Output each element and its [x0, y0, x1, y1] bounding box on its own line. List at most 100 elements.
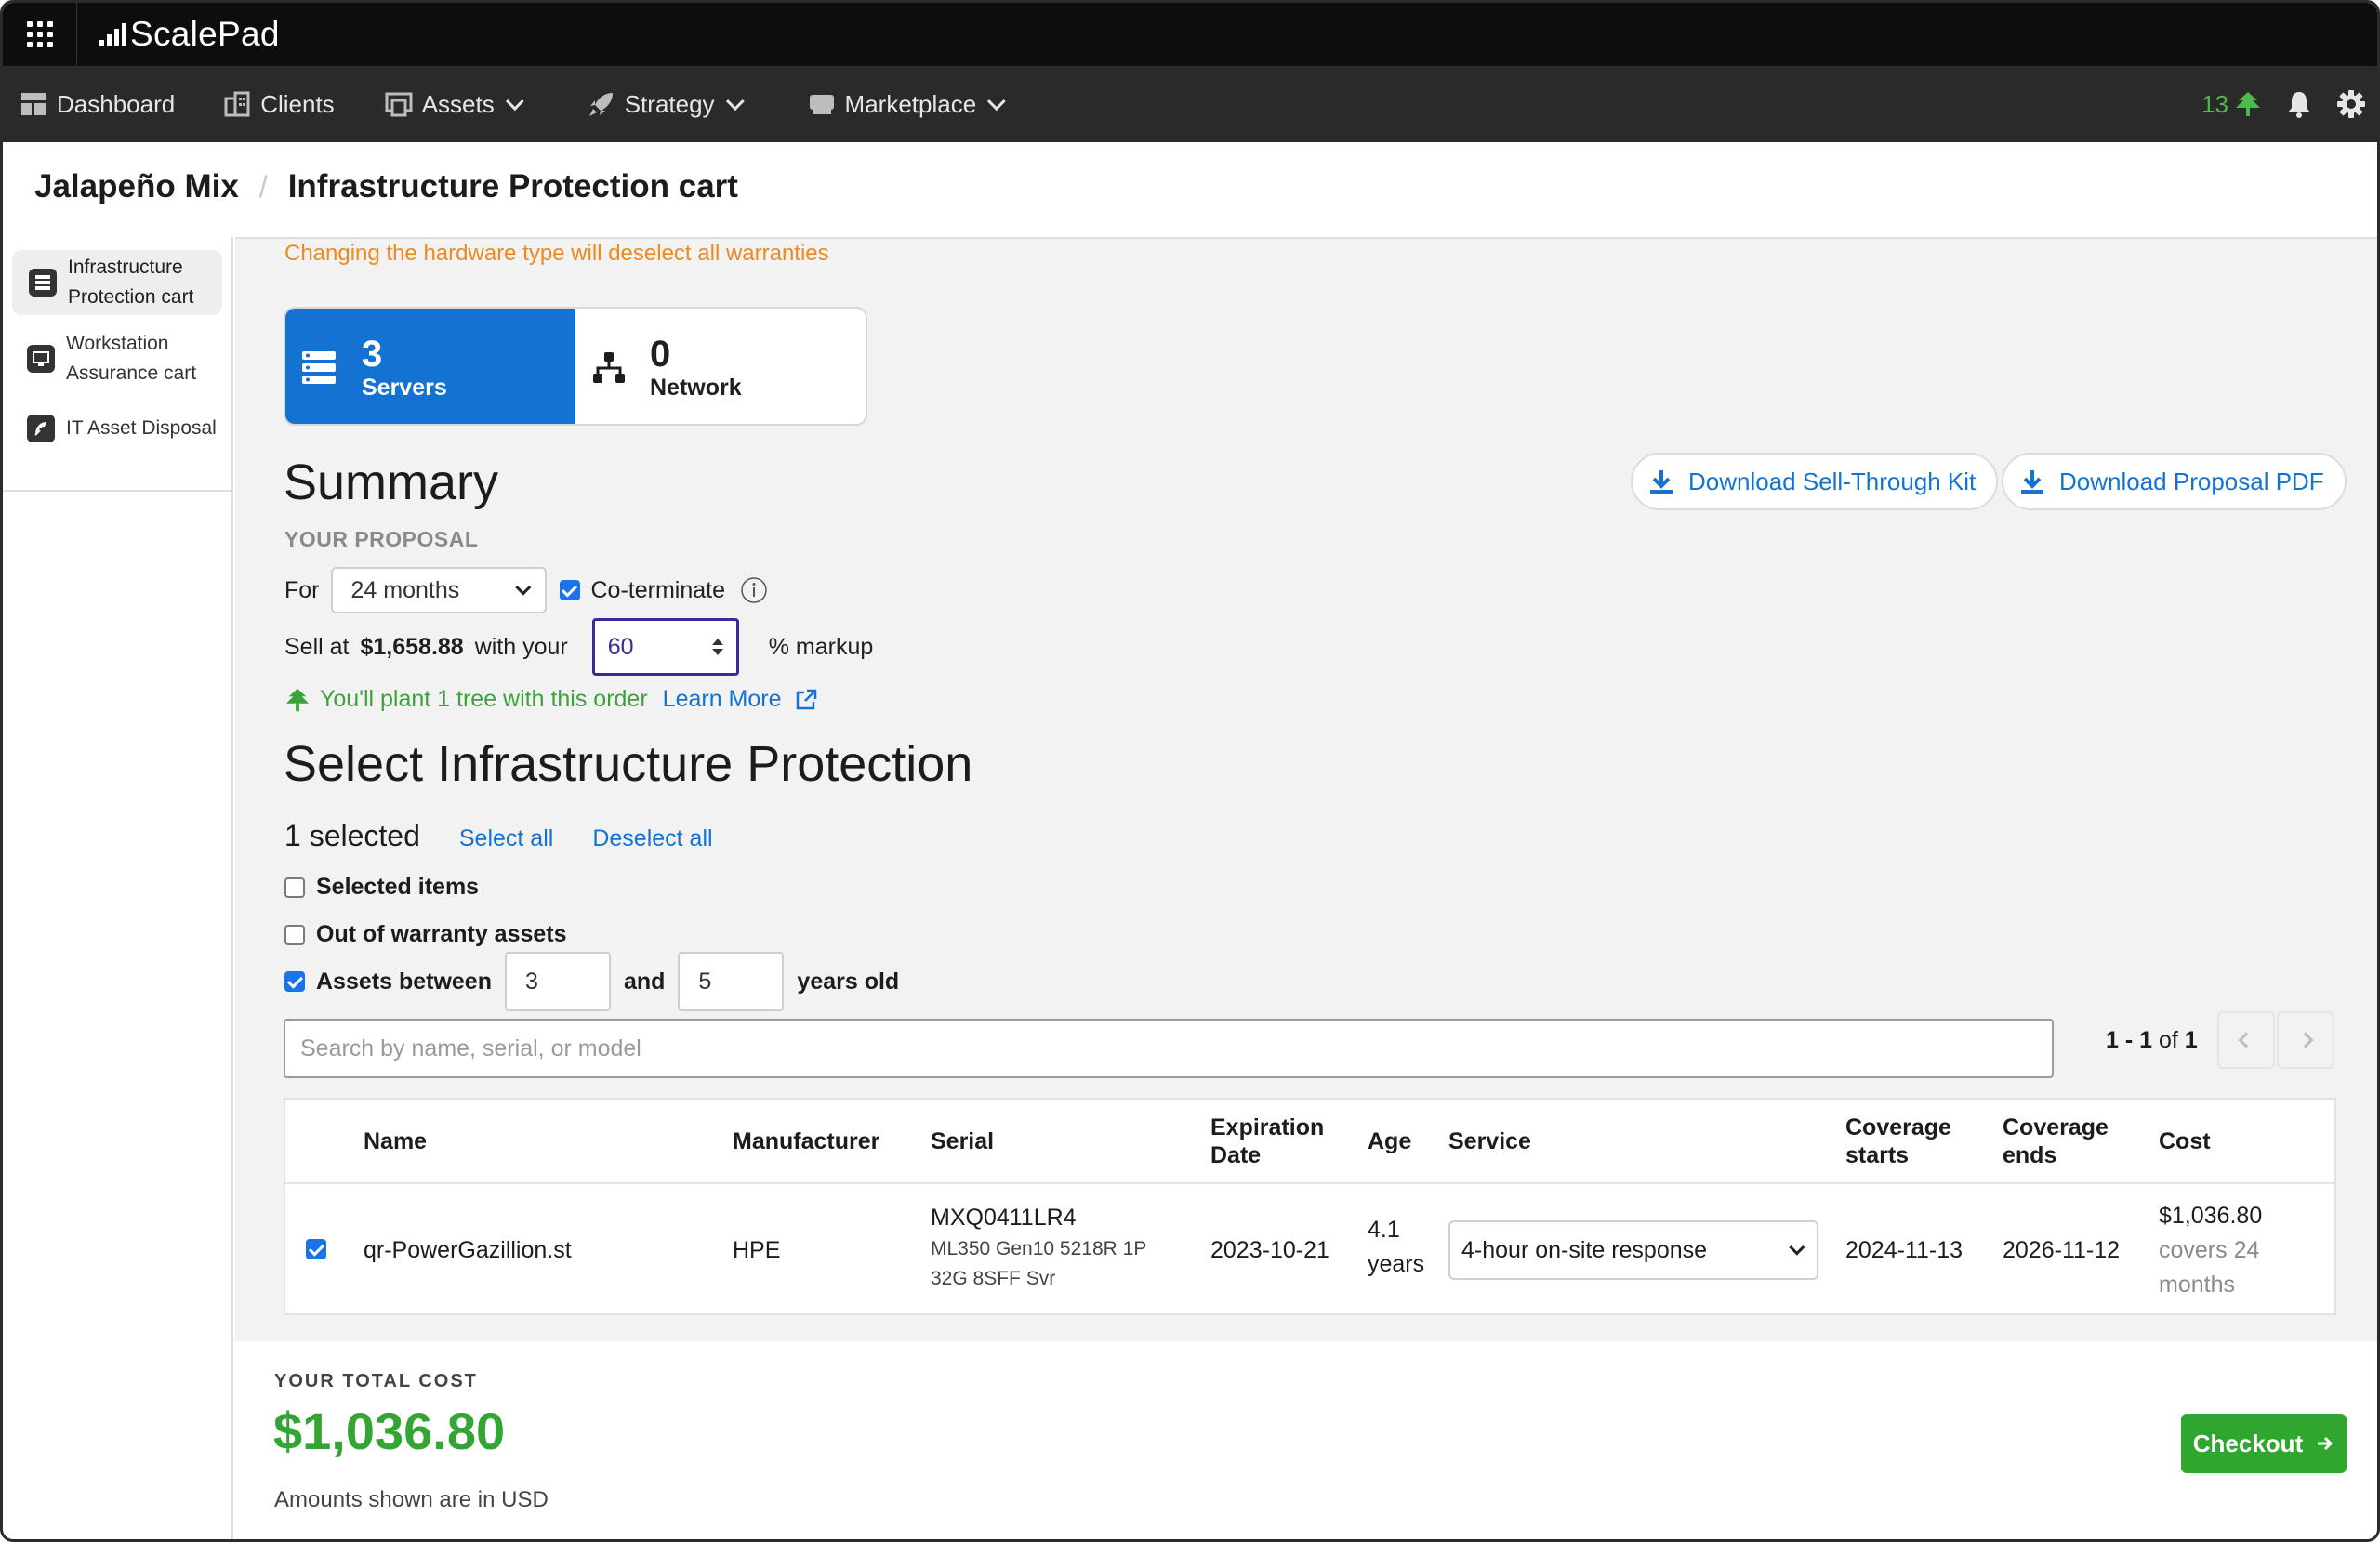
nav-clients[interactable]: Clients — [223, 66, 335, 142]
chevron-down-icon — [514, 579, 531, 596]
sidebar-item-label: IT Asset Disposal — [66, 417, 217, 439]
tree-icon — [285, 688, 310, 711]
next-page-button[interactable] — [2277, 1011, 2334, 1069]
download-sell-through-kit-button[interactable]: Download Sell-Through Kit — [1631, 453, 1999, 510]
chevron-right-icon — [2297, 1032, 2314, 1048]
filter-assets-between: Assets between 3 and 5 years old — [284, 952, 899, 1011]
selected-items-checkbox[interactable] — [284, 876, 305, 898]
term-value: 24 months — [350, 576, 460, 603]
hardware-change-warning: Changing the hardware type will deselect… — [284, 241, 829, 266]
deselect-all-link[interactable]: Deselect all — [592, 825, 712, 852]
breadcrumb-separator: / — [258, 169, 268, 204]
markup-suffix: % markup — [768, 633, 874, 660]
col-expiration-date[interactable]: Expiration Date — [1210, 1114, 1324, 1169]
sell-at-label: Sell at — [284, 633, 350, 660]
nav-label: Marketplace — [844, 89, 977, 118]
chevron-down-icon — [1789, 1239, 1805, 1256]
col-coverage-ends[interactable]: Coverage ends — [2003, 1114, 2109, 1169]
breadcrumb-client[interactable]: Jalapeño Mix — [34, 168, 239, 205]
assets-between-checkbox[interactable] — [284, 971, 305, 992]
previous-page-button[interactable] — [2217, 1011, 2275, 1069]
brand-logo[interactable]: ScalePad — [99, 15, 280, 54]
nav-marketplace[interactable]: Marketplace — [808, 66, 1006, 142]
learn-more-link[interactable]: Learn More — [663, 686, 782, 713]
col-coverage-starts[interactable]: Coverage starts — [1845, 1114, 1951, 1169]
download-icon — [2021, 470, 2043, 494]
sidebar-item-asset-disposal[interactable]: IT Asset Disposal — [12, 402, 222, 455]
nav-label: Assets — [421, 89, 495, 118]
app-launcher-icon[interactable] — [3, 3, 77, 66]
table-header: Name Manufacturer Serial Expiration Date … — [285, 1100, 2334, 1184]
tab-servers[interactable]: 3 Servers — [285, 309, 575, 424]
sidebar-item-infrastructure-cart[interactable]: Infrastructure Protection cart — [12, 250, 222, 315]
asset-age: 4.1 years — [1368, 1217, 1425, 1277]
nav-assets[interactable]: Assets — [385, 66, 524, 142]
sidebar-item-label: Infrastructure Protection cart — [68, 257, 194, 308]
tree-icon — [2236, 92, 2260, 116]
tree-count-value: 13 — [2202, 89, 2228, 118]
col-manufacturer[interactable]: Manufacturer — [733, 1127, 879, 1155]
sell-price: $1,658.88 — [360, 633, 464, 660]
out-of-warranty-checkbox[interactable] — [284, 924, 305, 945]
sidebar-divider — [3, 490, 231, 492]
col-name[interactable]: Name — [364, 1127, 427, 1155]
selected-count: 1 selected — [284, 819, 420, 852]
network-count: 0 — [650, 334, 671, 375]
cart-sidebar: Infrastructure Protection cart Workstatio… — [3, 237, 233, 1539]
pagination-total: 1 — [2184, 1027, 2198, 1053]
select-all-link[interactable]: Select all — [459, 825, 553, 852]
term-select[interactable]: 24 months — [330, 567, 547, 613]
server-stack-icon — [298, 348, 339, 389]
asset-expiration: 2023-10-21 — [1210, 1237, 1329, 1263]
markup-input[interactable]: 60 — [591, 618, 739, 676]
tree-planting-note: You'll plant 1 tree with this order Lear… — [284, 686, 817, 713]
age-max-input[interactable]: 5 — [678, 952, 785, 1011]
coverage-end: 2026-11-12 — [2003, 1237, 2121, 1263]
nav-dashboard[interactable]: Dashboard — [20, 66, 175, 142]
coterminate-label: Co-terminate — [590, 576, 726, 603]
trees-planted-counter[interactable]: 13 — [2202, 90, 2262, 119]
markup-value: 60 — [607, 633, 634, 660]
and-label: and — [623, 968, 666, 995]
age-max-value: 5 — [698, 968, 712, 995]
tab-network[interactable]: 0 Network — [575, 309, 866, 424]
download-proposal-pdf-button[interactable]: Download Proposal PDF — [2002, 453, 2347, 510]
row-select-checkbox[interactable] — [306, 1239, 326, 1259]
assets-table: Name Manufacturer Serial Expiration Date … — [284, 1098, 2336, 1315]
recycle-icon — [27, 415, 55, 442]
nav-label: Clients — [260, 89, 335, 118]
chevron-down-icon — [725, 92, 745, 112]
nav-strategy[interactable]: Strategy — [588, 66, 745, 142]
checkout-button[interactable]: Checkout — [2181, 1414, 2347, 1473]
markup-stepper[interactable] — [711, 639, 723, 655]
sidebar-item-workstation-cart[interactable]: Workstation Assurance cart — [12, 326, 222, 391]
selected-items-label: Selected items — [316, 874, 480, 900]
download-icon — [1650, 470, 1673, 494]
asset-search-input[interactable] — [300, 1035, 2052, 1062]
info-icon[interactable] — [740, 576, 768, 604]
col-serial[interactable]: Serial — [931, 1127, 994, 1155]
pagination-of: of — [2158, 1027, 2178, 1053]
currency-note: Amounts shown are in USD — [274, 1487, 549, 1512]
selection-controls: 1 selected Select all Deselect all — [284, 819, 713, 853]
bell-icon[interactable] — [2286, 90, 2312, 118]
clients-icon — [223, 90, 251, 118]
service-select[interactable]: 4-hour on-site response — [1448, 1220, 1818, 1280]
age-min-input[interactable]: 3 — [504, 952, 611, 1011]
age-min-value: 3 — [524, 968, 538, 995]
col-service[interactable]: Service — [1448, 1127, 1531, 1155]
coterminate-checkbox[interactable] — [559, 580, 580, 600]
total-cost-value: $1,036.80 — [273, 1402, 506, 1460]
asset-name[interactable]: qr-PowerGazillion.st — [364, 1236, 572, 1264]
col-cost[interactable]: Cost — [2159, 1127, 2211, 1155]
coverage-start: 2024-11-13 — [1845, 1237, 1964, 1263]
app-window: ScalePad Dashboard Clients Assets Strate… — [0, 0, 2380, 1542]
arrow-right-icon — [2318, 1436, 2334, 1451]
summary-title: Summary — [284, 455, 499, 510]
col-age[interactable]: Age — [1368, 1127, 1411, 1155]
brand-name: ScalePad — [130, 15, 280, 53]
external-link-icon[interactable] — [795, 689, 817, 711]
nav-label: Dashboard — [57, 89, 176, 118]
server-icon — [29, 269, 57, 297]
gear-icon[interactable] — [2336, 89, 2366, 119]
